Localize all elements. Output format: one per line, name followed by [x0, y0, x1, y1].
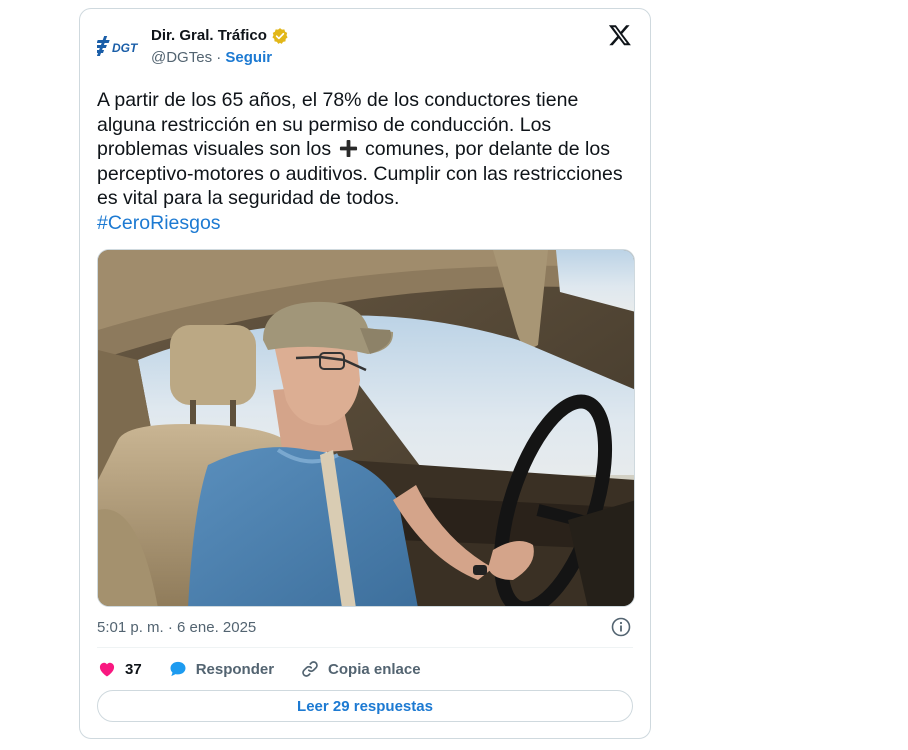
reply-button[interactable]: Responder	[168, 659, 274, 679]
tweet-photo[interactable]	[97, 249, 635, 607]
verified-badge-icon	[272, 28, 288, 44]
name-row: Dir. Gral. Tráfico	[151, 26, 289, 46]
tweet-card: DGT Dir. Gral. Tráfico @DGTes · Seguir A…	[79, 8, 651, 739]
logo-text: DGT	[112, 41, 139, 55]
hashtag-link[interactable]: #CeroRiesgos	[97, 212, 221, 234]
tweet-text: A partir de los 65 años, el 78% de los c…	[97, 88, 627, 235]
copy-link-button[interactable]: Copia enlace	[300, 659, 421, 679]
dgt-logo-avatar[interactable]: DGT	[97, 31, 145, 61]
like-button[interactable]: 37	[97, 659, 142, 679]
heart-icon	[99, 662, 115, 677]
reply-label: Responder	[195, 660, 275, 678]
x-logo-icon[interactable]	[608, 23, 632, 47]
link-icon	[302, 661, 318, 677]
read-replies-button[interactable]: Leer 29 respuestas	[97, 690, 633, 722]
copy-link-label: Copia enlace	[328, 660, 421, 678]
follow-link[interactable]: Seguir	[225, 49, 272, 66]
handle-separator: ·	[212, 49, 226, 66]
handle[interactable]: @DGTes	[151, 49, 212, 66]
author-block: Dir. Gral. Tráfico @DGTes · Seguir	[151, 26, 289, 68]
photo-elderly-driver	[98, 250, 634, 606]
action-bar: 37 Responder Copia enlace	[97, 659, 447, 679]
divider	[97, 647, 633, 648]
handle-row: @DGTes · Seguir	[151, 48, 289, 68]
plus-icon	[339, 139, 357, 158]
speech-bubble-icon	[170, 661, 186, 677]
like-count: 37	[125, 660, 142, 678]
timestamp[interactable]: 5:01 p. m. · 6 ene. 2025	[97, 619, 256, 636]
display-name[interactable]: Dir. Gral. Tráfico	[151, 26, 267, 46]
info-icon[interactable]	[611, 617, 631, 637]
